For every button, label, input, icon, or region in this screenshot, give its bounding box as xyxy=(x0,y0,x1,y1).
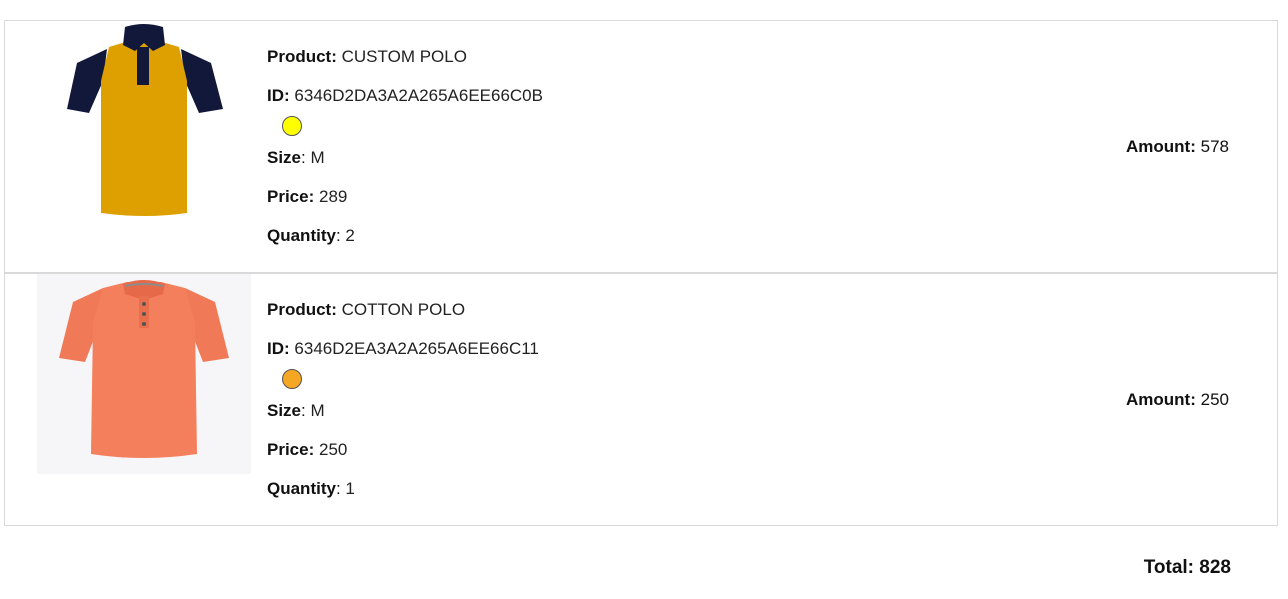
quantity-label: Quantity xyxy=(267,226,336,245)
item-amount: Amount: 250 xyxy=(1126,390,1229,410)
order-total: Total: 828 xyxy=(1144,557,1231,579)
cart-item: Product: CUSTOM POLO ID: 6346D2DA3A2A265… xyxy=(5,21,1277,272)
product-image[interactable] xyxy=(37,274,251,474)
price-line: Price: 250 xyxy=(267,440,347,460)
product-id-line: ID: 6346D2DA3A2A265A6EE66C0B xyxy=(267,86,543,106)
product-id: 6346D2EA3A2A265A6EE66C11 xyxy=(294,339,539,358)
size-line: Size: M xyxy=(267,401,325,420)
color-swatch xyxy=(282,116,302,136)
price-value: 289 xyxy=(318,187,348,206)
product-id: 6346D2DA3A2A265A6EE66C0B xyxy=(294,86,543,105)
product-label: Product: xyxy=(267,47,337,66)
polo-shirt-icon xyxy=(67,24,223,216)
quantity-label: Quantity xyxy=(267,479,336,498)
cart-items-list: Product: CUSTOM POLO ID: 6346D2DA3A2A265… xyxy=(4,20,1278,526)
product-name-line: Product: COTTON POLO xyxy=(267,300,465,320)
size-value: M xyxy=(310,148,325,167)
price-line: Price: 289 xyxy=(267,187,347,207)
quantity-value: 1 xyxy=(345,479,355,498)
id-label: ID: xyxy=(267,339,290,358)
id-label: ID: xyxy=(267,86,290,105)
quantity-line: Quantity: 2 xyxy=(267,226,355,245)
price-label: Price: xyxy=(267,187,315,206)
amount-value: 250 xyxy=(1200,390,1229,409)
size-line: Size: M xyxy=(267,148,325,167)
quantity-line: Quantity: 1 xyxy=(267,479,355,498)
amount-label: Amount: xyxy=(1126,390,1196,409)
polo-shirt-icon xyxy=(59,280,229,458)
quantity-value: 2 xyxy=(345,226,355,245)
size-label: Size xyxy=(267,401,302,420)
size-label: Size xyxy=(267,148,302,167)
price-value: 250 xyxy=(318,440,348,459)
amount-label: Amount: xyxy=(1126,137,1196,156)
color-swatch xyxy=(282,369,302,389)
amount-value: 578 xyxy=(1200,137,1229,156)
product-name: COTTON POLO xyxy=(341,300,466,319)
total-value: 828 xyxy=(1199,557,1231,578)
product-image[interactable] xyxy=(37,21,251,221)
item-amount: Amount: 578 xyxy=(1126,137,1229,157)
cart-item: Product: COTTON POLO ID: 6346D2EA3A2A265… xyxy=(5,272,1277,525)
total-label: Total: xyxy=(1143,557,1195,578)
price-label: Price: xyxy=(267,440,315,459)
product-label: Product: xyxy=(267,300,337,319)
product-id-line: ID: 6346D2EA3A2A265A6EE66C11 xyxy=(267,339,539,359)
product-name: CUSTOM POLO xyxy=(341,47,467,66)
size-value: M xyxy=(310,401,325,420)
product-name-line: Product: CUSTOM POLO xyxy=(267,47,467,67)
